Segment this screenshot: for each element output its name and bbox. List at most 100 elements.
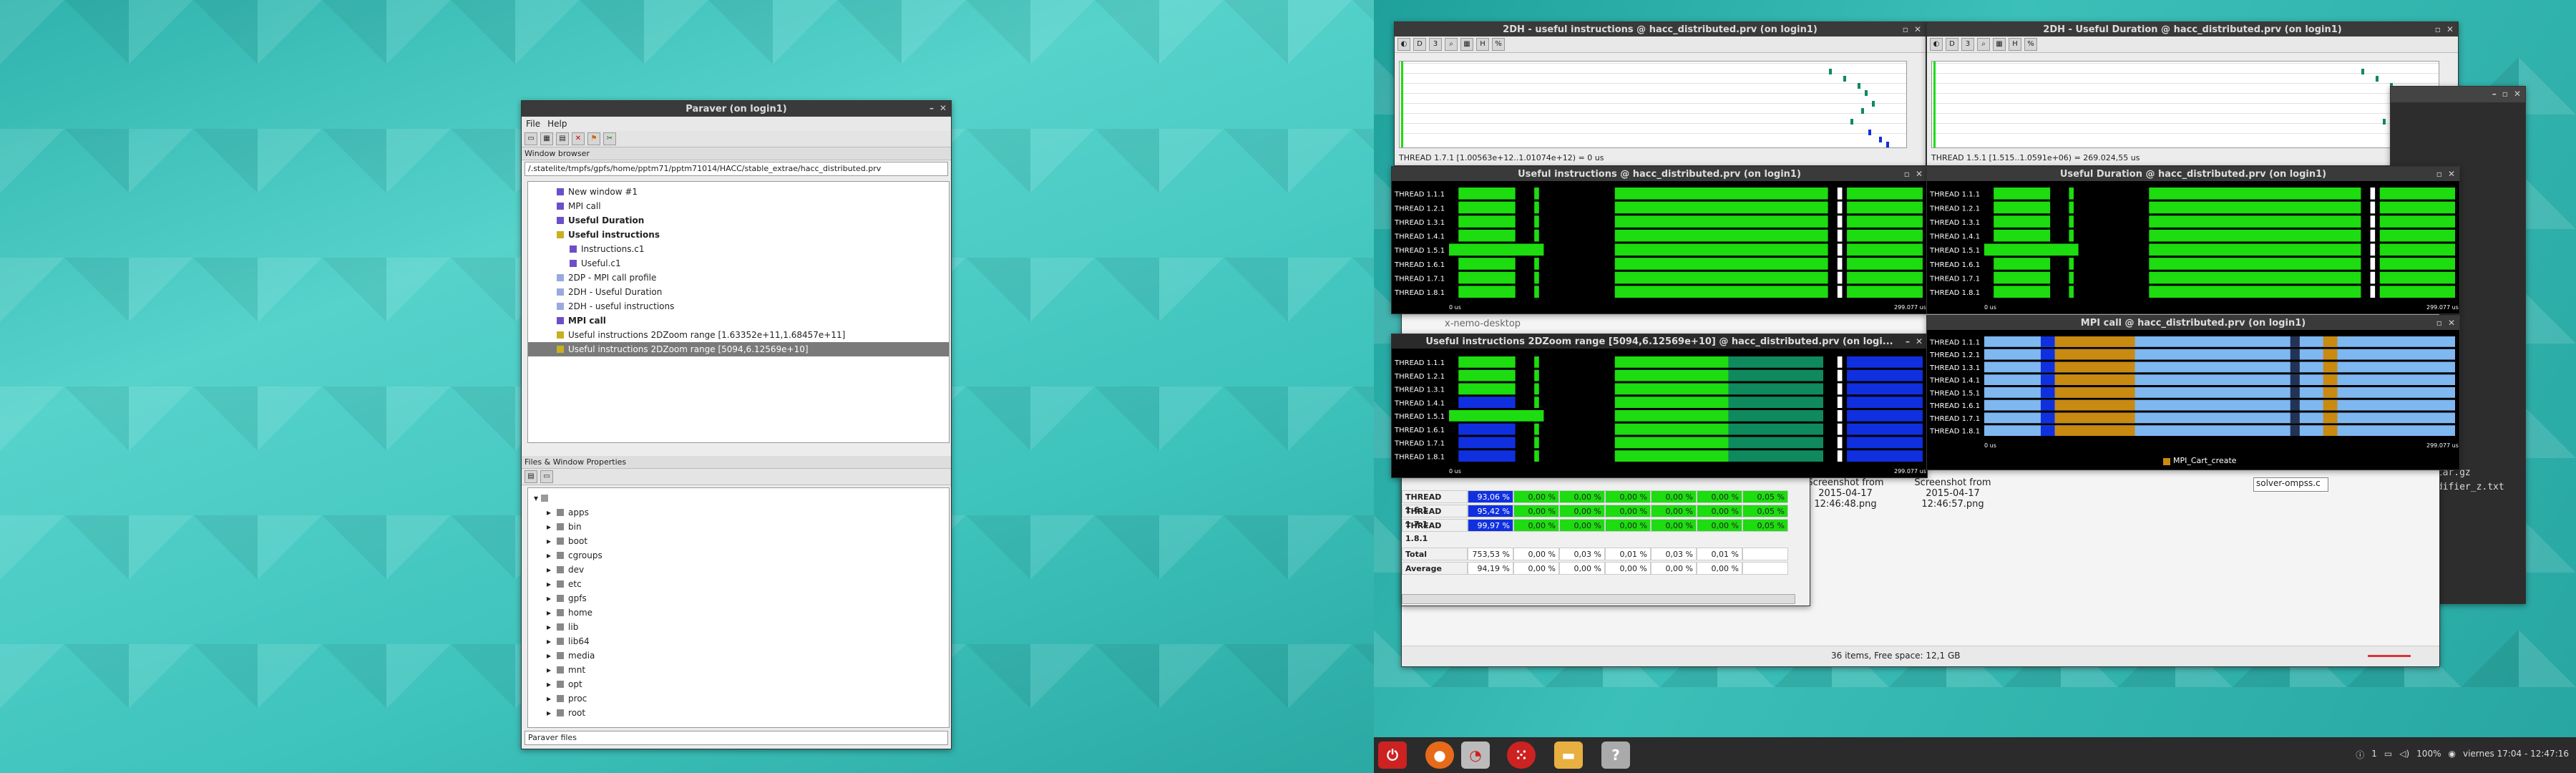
table-cell[interactable]: 99,97 % [1468,519,1513,532]
color-icon[interactable]: ▦ [1460,38,1473,51]
folder-item[interactable]: ▸ apps [528,505,949,520]
filename-input[interactable]: solver-ompss.c [2253,477,2328,492]
useful-duration-window[interactable]: Useful Duration @ hacc_distributed.prv (… [1926,166,2460,314]
chevron-right-icon[interactable]: ▸ [547,507,551,517]
app-launcher-icon[interactable]: ⁙ [1507,742,1536,769]
chevron-right-icon[interactable]: ▸ [547,679,551,689]
chevron-down-icon[interactable]: ▾ [534,493,538,503]
menu-button[interactable]: ⏻ [1378,742,1407,769]
table-cell[interactable]: 0,01 % [1697,548,1742,560]
derived-icon[interactable]: ▤ [556,132,569,145]
table-cell[interactable] [1742,562,1788,575]
max-icon[interactable]: ▫ [1904,169,1910,179]
zoom-icon[interactable]: ⌕ [1977,38,1990,51]
table-cell[interactable]: 0,00 % [1559,490,1605,503]
close-icon[interactable]: ✕ [2446,24,2454,34]
horizontal-scrollbar[interactable] [1402,594,1795,604]
tree-item[interactable]: 2DH - Useful Duration [528,285,949,299]
table-cell[interactable]: 95,42 % [1468,505,1513,517]
volume-icon[interactable]: ◁) [2399,749,2409,761]
paraver-main-window[interactable]: Paraver (on login1) – ✕ File Help ▭ ▦ ▤ ✕… [521,100,952,749]
table-cell[interactable]: 0,00 % [1651,562,1697,575]
table-cell[interactable]: 0,00 % [1605,562,1651,575]
table-cell[interactable]: 94,19 % [1468,562,1513,575]
files-tab-icon[interactable]: ▤ [525,470,537,483]
new-histogram-icon[interactable]: ▦ [540,132,553,145]
table-cell[interactable]: 0,03 % [1559,548,1605,560]
chevron-right-icon[interactable]: ▸ [547,694,551,704]
chevron-right-icon[interactable]: ▸ [547,550,551,560]
stats-table-window[interactable]: THREAD 1.6.1 93,06 % 0,00 % 0,00 % 0,00 % 0,0… [1401,472,1810,606]
titlebar[interactable]: Useful instructions 2DZoom range [5094,6… [1392,334,1927,349]
tree-item[interactable]: Useful.c1 [528,256,949,271]
folder-item[interactable]: ▸ opt [528,677,949,691]
table-cell[interactable]: 0,00 % [1697,490,1742,503]
chevron-right-icon[interactable]: ▸ [547,608,551,618]
table-cell[interactable]: 0,00 % [1605,519,1651,532]
histogram-instr-window[interactable]: 2DH - useful instructions @ hacc_distrib… [1394,21,1926,166]
tree-item[interactable]: MPI call [528,199,949,213]
table-cell[interactable]: 0,00 % [1513,562,1559,575]
zoom-icon[interactable]: ⌕ [1445,38,1458,51]
max-icon[interactable]: ▫ [1903,24,1908,34]
folder-item[interactable]: ▸ gpfs [528,591,949,606]
data-icon[interactable]: D [1946,38,1958,51]
folder-item[interactable]: ▸ home [528,606,949,620]
zoom-window[interactable]: Useful instructions 2DZoom range [5094,6… [1391,334,1928,478]
trace-path-select[interactable]: /.statelite/tmpfs/gpfs/home/pptm71/pptm7… [525,162,948,176]
close-icon[interactable]: ✕ [940,103,947,113]
folder-item[interactable]: ▸ lib64 [528,634,949,648]
menu-file[interactable]: File [526,119,540,129]
table-cell[interactable]: 0,00 % [1513,505,1559,517]
chevron-right-icon[interactable]: ▸ [547,593,551,603]
minimize-icon[interactable]: – [2492,89,2497,99]
file-tree[interactable]: ▾ ▸ apps ▸ bin ▸ boot ▸ cgroups ▸ dev ▸ etc ▸ gpfs ▸ ho… [527,487,950,728]
chevron-right-icon[interactable]: ▸ [547,522,551,532]
titlebar[interactable]: 2DH - Useful Duration @ hacc_distributed… [1927,22,2458,37]
tree-item[interactable]: Useful instructions [528,228,949,242]
useful-instructions-window[interactable]: Useful instructions @ hacc_distributed.p… [1391,166,1928,314]
table-cell[interactable]: 0,00 % [1651,490,1697,503]
menu-help[interactable]: Help [547,119,567,129]
info-icon[interactable]: ⓘ [2356,749,2364,761]
close-icon[interactable]: ✕ [1916,336,1923,346]
table-cell[interactable]: 0,00 % [1605,490,1651,503]
tree-item[interactable]: MPI call [528,313,949,328]
openctrl-icon[interactable]: ◐ [1397,38,1410,51]
table-cell[interactable]: 0,01 % [1605,548,1651,560]
hide-icon[interactable]: H [1476,38,1489,51]
folder-item[interactable]: ▸ boot [528,534,949,548]
paraver-launcher-icon[interactable]: ◔ [1461,742,1490,769]
folder-item[interactable]: ▸ cgroups [528,548,949,563]
chevron-right-icon[interactable]: ▸ [547,636,551,646]
close-icon[interactable]: ✕ [1914,24,1921,34]
tree-item[interactable]: 2DH - useful instructions [528,299,949,313]
3d-icon[interactable]: 3 [1429,38,1442,51]
timeline-plot[interactable]: THREAD 1.1.1 THREAD 1.2.1 THREAD 1.3.1 THRE… [1927,330,2459,452]
table-cell[interactable]: 0,00 % [1513,548,1559,560]
mpi-call-window[interactable]: MPI call @ hacc_distributed.prv (on logi… [1926,315,2460,470]
table-cell[interactable]: 0,05 % [1742,505,1788,517]
chevron-right-icon[interactable]: ▸ [547,536,551,546]
chevron-right-icon[interactable]: ▸ [547,622,551,632]
table-cell[interactable]: 0,00 % [1697,519,1742,532]
table-cell[interactable]: 0,00 % [1559,519,1605,532]
workspace-indicator[interactable]: 1 [2371,749,2377,761]
clock[interactable]: viernes 17:04 - 12:47:16 [2463,749,2569,761]
table-cell[interactable]: 93,06 % [1468,490,1513,503]
chevron-right-icon[interactable]: ▸ [547,708,551,718]
zoom-slider[interactable] [2368,655,2411,657]
minimize-icon[interactable]: – [1906,336,1910,346]
root-folder[interactable]: ▾ [528,491,949,505]
folder-item[interactable]: ▸ lib [528,620,949,634]
table-cell[interactable]: 0,00 % [1605,505,1651,517]
cut-icon[interactable]: ✂ [603,132,616,145]
network-icon[interactable]: ▭ [2384,749,2392,761]
tree-item[interactable]: Useful instructions 2DZoom range [1.6335… [528,328,949,342]
tree-item[interactable]: 2DP - MPI call profile [528,271,949,285]
table-cell[interactable] [1742,548,1788,560]
table-cell[interactable]: 0,00 % [1651,505,1697,517]
help-icon[interactable]: ? [1601,742,1630,769]
color-icon[interactable]: ▦ [1993,38,2006,51]
openctrl-icon[interactable]: ◐ [1930,38,1943,51]
